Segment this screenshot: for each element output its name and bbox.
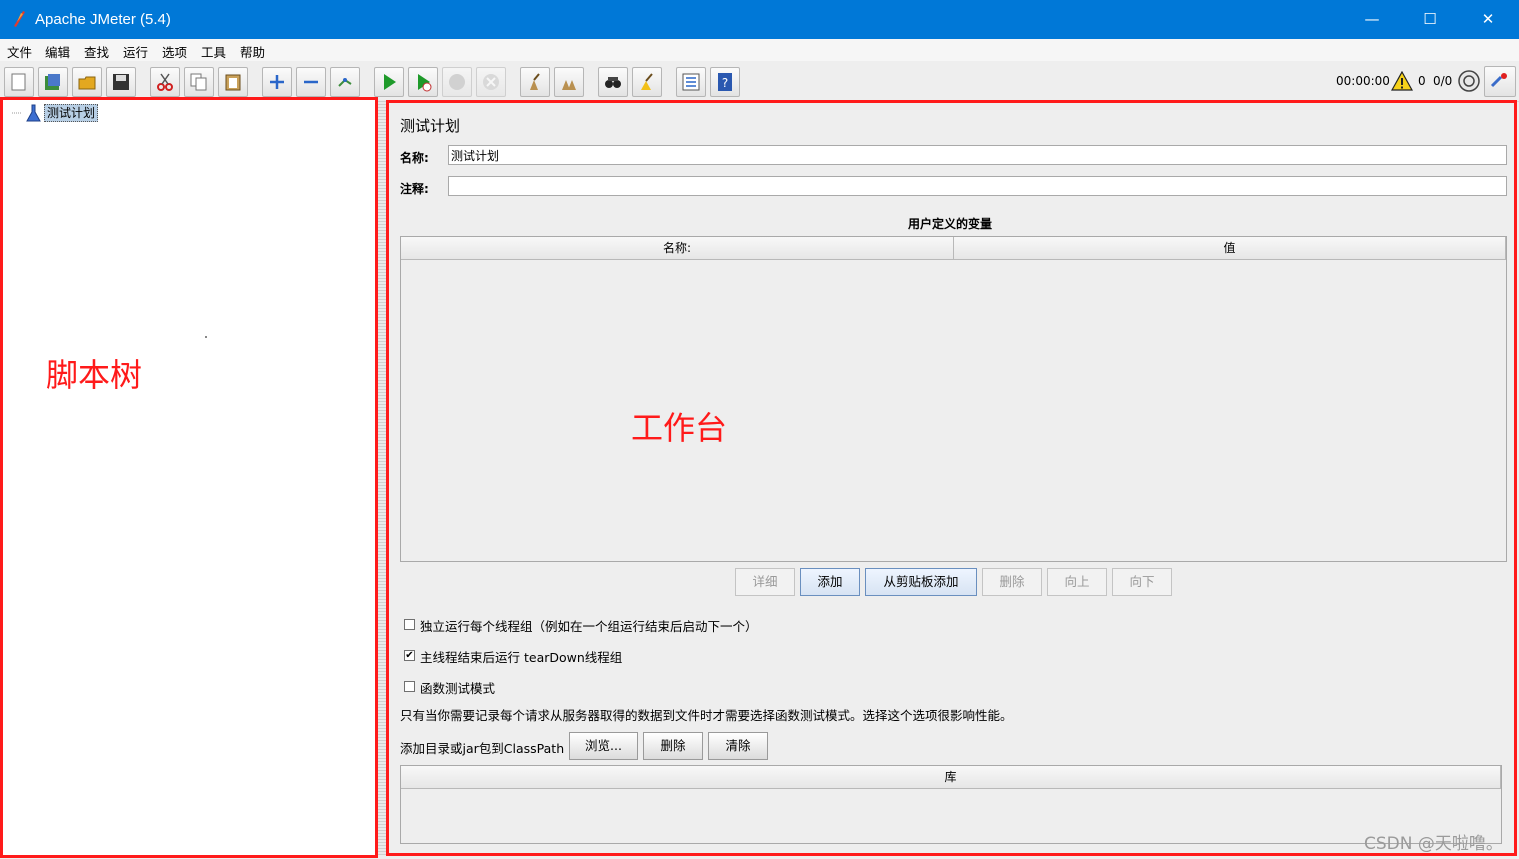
comment-label: 注释: [400, 182, 429, 196]
library-header-text: 库 [944, 770, 957, 784]
elapsed-timer: 00:00:00 [1336, 74, 1390, 88]
comment-field[interactable] [448, 176, 1507, 196]
col-value-text: 值 [1223, 241, 1236, 255]
expand-icon[interactable] [262, 67, 292, 97]
teardown-label: 主线程结束后运行 tearDown线程组 [420, 650, 623, 665]
window-title: Apache JMeter (5.4) [35, 11, 171, 28]
collapse-icon[interactable] [296, 67, 326, 97]
tree-connector [12, 112, 22, 114]
menu-help[interactable]: 帮助 [240, 42, 265, 61]
svg-text:?: ? [722, 76, 728, 90]
watermark: CSDN @天啦噜。 [1364, 834, 1503, 854]
col-name-text: 名称: [662, 241, 692, 255]
clear-icon[interactable] [520, 67, 550, 97]
warning-icon[interactable] [1391, 71, 1413, 91]
help-icon[interactable]: ? [710, 67, 740, 97]
start-icon[interactable] [374, 67, 404, 97]
teardown-checkbox[interactable]: ✔ [404, 650, 415, 661]
col-value-header[interactable]: 值 [954, 237, 1506, 260]
save-icon[interactable] [106, 67, 136, 97]
functional-mode-note: 只有当你需要记录每个请求从服务器取得的数据到文件时才需要选择函数测试模式。选择这… [400, 708, 1013, 723]
clear-all-icon[interactable] [554, 67, 584, 97]
workbench-annotation: 工作台 [631, 409, 728, 447]
open-icon[interactable] [72, 67, 102, 97]
close-button[interactable]: ✕ [1459, 0, 1517, 39]
new-icon[interactable] [4, 67, 34, 97]
shutdown-icon[interactable] [476, 67, 506, 97]
tree-root-label[interactable]: 测试计划 [44, 104, 99, 122]
classpath-delete-button[interactable]: 删除 [643, 732, 703, 760]
name-label: 名称: [400, 151, 429, 165]
remote-status-icon[interactable] [1457, 69, 1481, 93]
tree-annotation: 脚本树 [46, 356, 143, 394]
add-button[interactable]: 添加 [800, 568, 860, 596]
classpath-clear-button[interactable]: 清除 [708, 732, 768, 760]
panel-splitter[interactable] [378, 100, 386, 855]
library-header[interactable]: 库 [401, 766, 1501, 789]
panel-heading: 测试计划 [400, 117, 461, 135]
tree-panel [2, 100, 375, 855]
active-threads: 0/0 [1433, 74, 1453, 88]
serialize-label: 独立运行每个线程组（例如在一个组运行结束后启动下一个） [420, 619, 758, 634]
detail-button[interactable]: 详细 [735, 568, 795, 596]
down-button[interactable]: 向下 [1112, 568, 1172, 596]
minimize-button[interactable]: — [1343, 0, 1401, 39]
start-no-pause-icon[interactable] [408, 67, 438, 97]
title-bar: Apache JMeter (5.4) — ☐ ✕ [0, 0, 1519, 39]
col-name-header[interactable]: 名称: [401, 237, 954, 260]
menu-run[interactable]: 运行 [123, 42, 148, 61]
variables-title: 用户定义的变量 [908, 217, 993, 231]
jmeter-feather-icon [14, 11, 25, 27]
reset-search-icon[interactable] [632, 67, 662, 97]
serialize-checkbox[interactable] [404, 619, 415, 630]
up-button[interactable]: 向上 [1047, 568, 1107, 596]
toolbar: ? [0, 61, 1519, 102]
menu-bar: 文件 编辑 查找 运行 选项 工具 帮助 [0, 39, 1519, 61]
stop-icon[interactable] [442, 67, 472, 97]
classpath-label: 添加目录或jar包到ClassPath [400, 741, 565, 756]
warning-count: 0 [1418, 74, 1426, 88]
library-table[interactable]: 库 [400, 765, 1502, 844]
search-icon[interactable] [598, 67, 628, 97]
templates-icon[interactable] [38, 67, 68, 97]
functional-mode-label: 函数测试模式 [420, 681, 496, 696]
tree-dot [205, 336, 207, 338]
menu-search[interactable]: 查找 [84, 42, 109, 61]
delete-button[interactable]: 删除 [982, 568, 1042, 596]
menu-edit[interactable]: 编辑 [45, 42, 70, 61]
menu-options[interactable]: 选项 [162, 42, 187, 61]
name-field[interactable] [448, 145, 1507, 165]
toggle-icon[interactable] [330, 67, 360, 97]
maximize-button[interactable]: ☐ [1401, 0, 1459, 39]
menu-tools[interactable]: 工具 [201, 42, 226, 61]
log-viewer-icon[interactable] [1484, 66, 1516, 97]
paste-icon[interactable] [218, 67, 248, 97]
function-helper-icon[interactable] [676, 67, 706, 97]
menu-file[interactable]: 文件 [7, 42, 32, 61]
functional-mode-checkbox[interactable] [404, 681, 415, 692]
browse-button[interactable]: 浏览... [569, 732, 638, 760]
copy-icon[interactable] [184, 67, 214, 97]
test-plan-icon [26, 104, 41, 122]
add-from-clipboard-button[interactable]: 从剪贴板添加 [865, 568, 977, 596]
cut-icon[interactable] [150, 67, 180, 97]
variables-table[interactable]: 名称: 值 [400, 236, 1507, 562]
